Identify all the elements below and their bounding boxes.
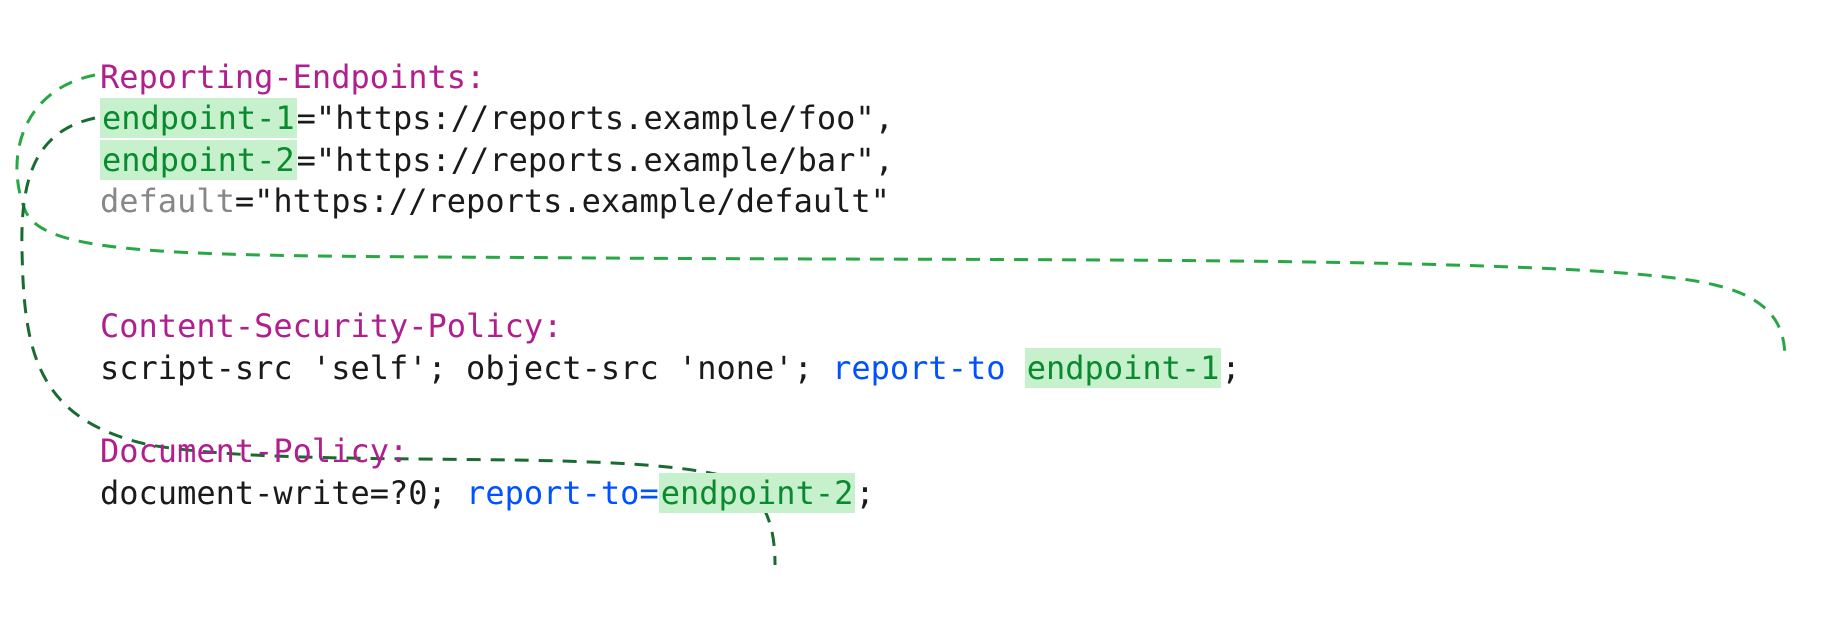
endpoint-1-value: ="https://reports.example/foo", <box>297 99 894 137</box>
header-document-policy: Document-Policy: <box>100 432 408 470</box>
code-diagram: Reporting-Endpoints: endpoint-1="https:/… <box>100 15 1844 514</box>
endpoint-1-key: endpoint-1 <box>100 98 297 138</box>
header-csp: Content-Security-Policy: <box>100 307 562 345</box>
dp-policy: document-write=?0; <box>100 474 466 512</box>
dp-endpoint-ref: endpoint-2 <box>659 473 856 513</box>
endpoint-2-key: endpoint-2 <box>100 140 297 180</box>
header-reporting-endpoints: Reporting-Endpoints: <box>100 58 485 96</box>
csp-report-to: report-to <box>832 349 1005 387</box>
endpoint-2-value: ="https://reports.example/bar", <box>297 141 894 179</box>
csp-endpoint-ref: endpoint-1 <box>1025 348 1222 388</box>
default-key: default <box>100 182 235 220</box>
default-value: ="https://reports.example/default" <box>235 182 890 220</box>
csp-policy: script-src 'self'; object-src 'none'; <box>100 349 832 387</box>
dp-report-to: report-to= <box>466 474 659 512</box>
